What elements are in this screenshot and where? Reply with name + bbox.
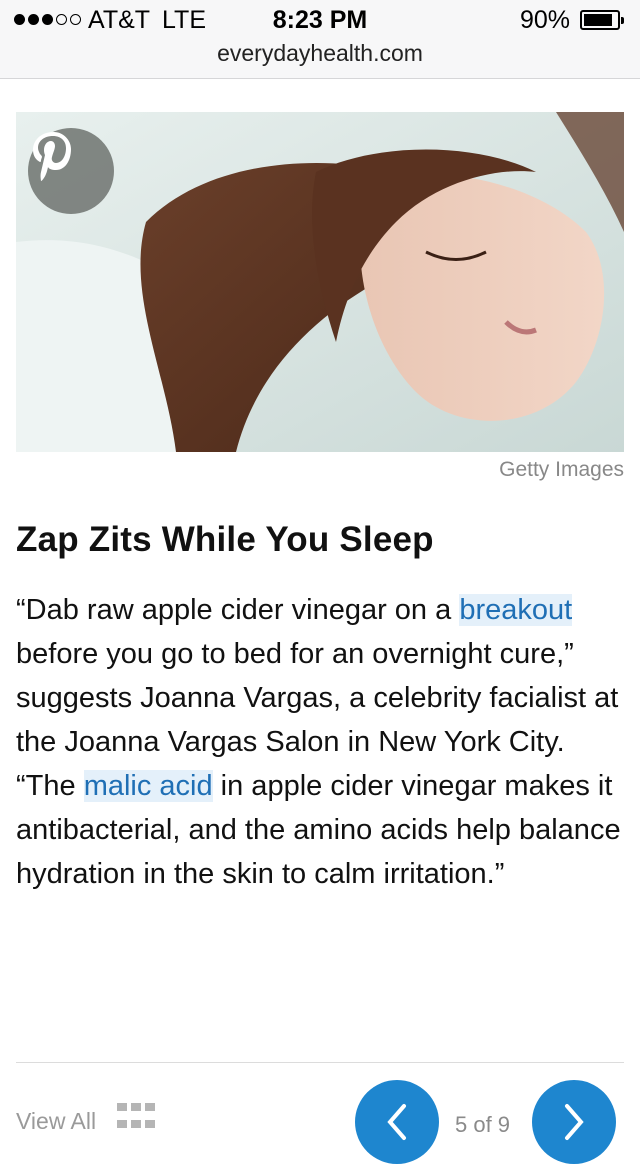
article-paragraph: “Dab raw apple cider vinegar on a breako… bbox=[16, 588, 628, 896]
previous-slide-button[interactable] bbox=[355, 1080, 439, 1164]
slide-counter: 5 of 9 bbox=[455, 1112, 511, 1137]
footer-divider bbox=[16, 1062, 624, 1063]
breakout-link[interactable]: breakout bbox=[459, 594, 573, 626]
next-slide-button[interactable] bbox=[532, 1080, 616, 1164]
status-bar: AT&T LTE 8:23 PM 90% bbox=[0, 0, 640, 40]
battery-icon bbox=[580, 10, 624, 30]
image-credit: Getty Images bbox=[499, 458, 624, 481]
pinterest-icon bbox=[33, 132, 71, 181]
article-photo bbox=[16, 112, 624, 452]
grid-icon[interactable] bbox=[117, 1103, 155, 1133]
chevron-right-icon bbox=[565, 1104, 584, 1140]
paragraph-text: “Dab raw apple cider vinegar on a bbox=[16, 594, 460, 626]
malic-acid-link[interactable]: malic acid bbox=[83, 770, 213, 802]
chevron-left-icon bbox=[387, 1104, 406, 1140]
url-domain[interactable]: everydayhealth.com bbox=[0, 40, 640, 67]
battery-percentage: 90% bbox=[520, 6, 571, 34]
pinterest-button[interactable] bbox=[28, 128, 114, 214]
browser-top-bar: AT&T LTE 8:23 PM 90% everydayhealth.com bbox=[0, 0, 640, 79]
article-title: Zap Zits While You Sleep bbox=[16, 520, 434, 559]
view-all-link[interactable]: View All bbox=[16, 1108, 96, 1135]
